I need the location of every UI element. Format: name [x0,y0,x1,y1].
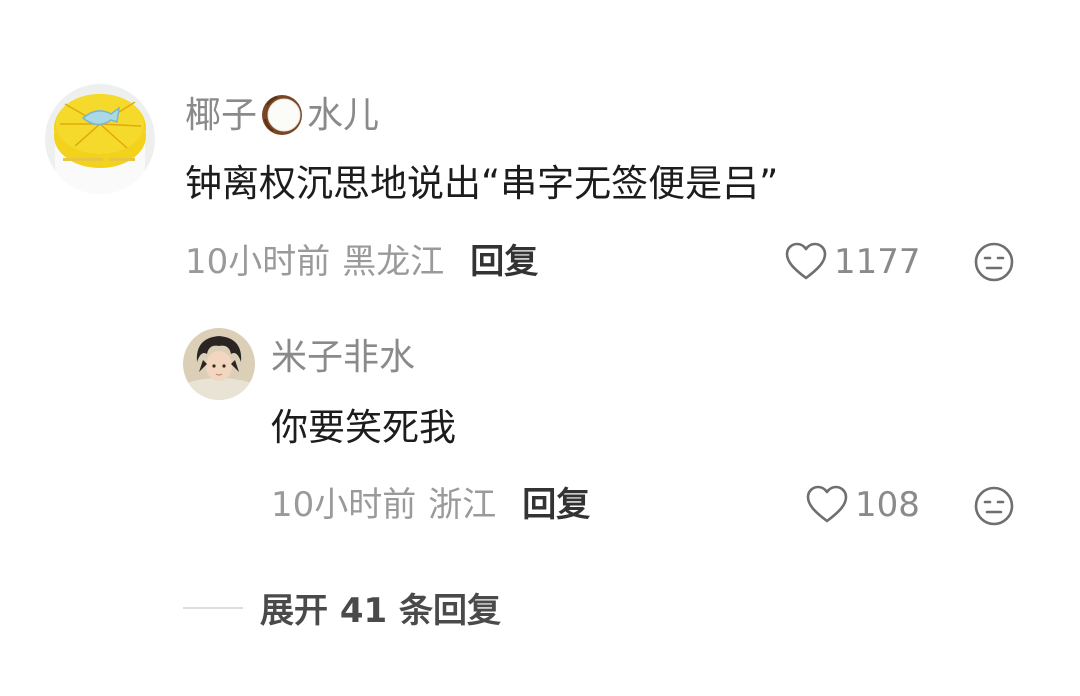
expand-divider [183,606,243,609]
username-prefix: 椰子 [185,95,258,136]
replier-avatar[interactable] [183,328,255,400]
anime-avatar-image [183,328,255,400]
reply-like-count: 108 [855,485,920,525]
heart-icon [785,242,827,280]
commenter-avatar[interactable] [45,84,155,194]
reply-reply-button[interactable]: 回复 [522,485,590,525]
cake-avatar-image [45,84,155,194]
dislike-face-icon [974,242,1014,282]
reply-location: 浙江 [428,485,497,525]
comment-text: 钟离权沉思地说出“串字无签便是吕” [185,162,779,205]
comment-location: 黑龙江 [342,242,445,282]
like-count: 1177 [834,242,921,282]
like-button[interactable]: 1177 [784,242,921,282]
reply-meta: 10小时前 浙江 回复 [271,485,590,525]
coconut-emoji-icon [259,91,305,137]
username-suffix: 水儿 [307,95,380,136]
commenter-username[interactable]: 椰子 水儿 [185,95,380,137]
reply-time: 10小时前 [271,485,417,525]
comment-thread: 椰子 水儿 钟离权沉思地说出“串字无签便是吕” 10小时前 黑龙江 回复 1177 [0,0,1080,696]
reply-text: 你要笑死我 [271,406,456,449]
comment-meta: 10小时前 黑龙江 回复 [185,242,538,282]
reply-dislike-button[interactable] [973,485,1015,527]
expand-replies-button[interactable]: 展开 41 条回复 [183,583,501,632]
dislike-face-icon [974,486,1014,526]
reply-button[interactable]: 回复 [470,242,538,282]
heart-icon [806,485,848,523]
replier-username[interactable]: 米子非水 [271,338,415,378]
dislike-button[interactable] [973,241,1015,283]
comment-time: 10小时前 [185,242,331,282]
expand-replies-label: 展开 41 条回复 [260,591,501,631]
reply-like-button[interactable]: 108 [805,485,920,525]
